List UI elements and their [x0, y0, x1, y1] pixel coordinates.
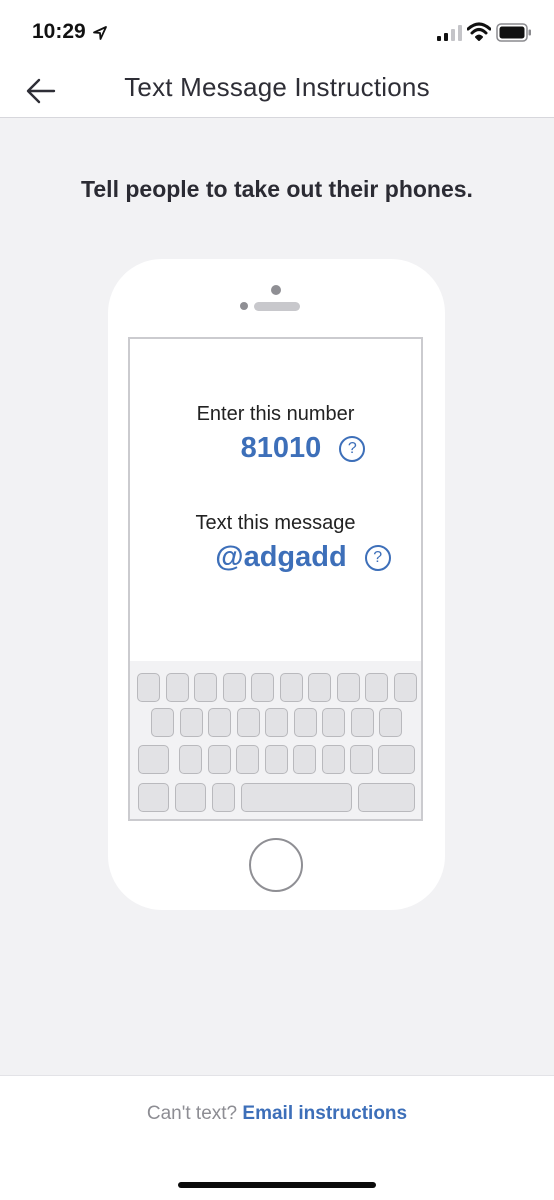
keyboard-key	[251, 673, 274, 702]
phone-speaker	[254, 302, 300, 311]
keyboard-key	[138, 783, 169, 812]
keyboard-key	[264, 745, 288, 774]
keyboard-key	[308, 673, 331, 702]
keyboard-key	[350, 708, 374, 737]
footer: Can't text? Email instructions	[0, 1075, 554, 1200]
message-value: @adgadd	[215, 541, 347, 573]
location-arrow-icon	[93, 26, 107, 40]
keyboard-key	[293, 708, 317, 737]
keyboard-key	[265, 708, 288, 737]
keyboard-key	[236, 745, 259, 774]
message-row: @adgadd ?	[130, 541, 421, 574]
keyboard-key	[279, 673, 303, 702]
keyboard-key	[175, 783, 206, 812]
keyboard-key	[179, 745, 202, 774]
nav-bar: Text Message Instructions	[0, 66, 554, 118]
keyboard-key	[208, 708, 231, 737]
keyboard-key	[350, 745, 373, 774]
email-instructions-link[interactable]: Email instructions	[242, 1103, 407, 1124]
keyboard-key	[293, 745, 316, 774]
keyboard-illustration	[130, 661, 421, 819]
keyboard-key	[365, 673, 388, 702]
keyboard-space-key	[241, 783, 352, 812]
battery-icon	[496, 23, 531, 42]
status-bar: 10:29	[0, 0, 554, 66]
message-help-icon[interactable]: ?	[364, 544, 391, 571]
number-value: 81010	[240, 432, 322, 464]
keyboard-key	[393, 673, 417, 702]
signal-icon	[437, 25, 462, 41]
keyboard-key	[207, 745, 231, 774]
keyboard-delete-key	[378, 745, 415, 774]
keyboard-key	[137, 673, 160, 702]
keyboard-key	[236, 708, 260, 737]
number-help-icon[interactable]: ?	[339, 435, 366, 462]
message-label: Text this message	[195, 512, 356, 534]
keyboard-key	[151, 708, 174, 737]
phone-camera	[271, 285, 281, 295]
keyboard-key	[322, 708, 345, 737]
home-indicator[interactable]	[178, 1182, 376, 1188]
phone-home-button	[249, 838, 303, 892]
status-time: 10:29	[32, 20, 86, 43]
keyboard-key	[165, 673, 189, 702]
number-label: Enter this number	[196, 403, 355, 425]
keyboard-key	[379, 708, 402, 737]
phone-screen: Enter this number 81010 ? Text this mess…	[128, 337, 423, 821]
number-row: 81010 ?	[130, 432, 421, 465]
phone-illustration: Enter this number 81010 ? Text this mess…	[108, 259, 445, 910]
cant-text-label: Can't text?	[146, 1103, 238, 1124]
keyboard-key	[212, 783, 235, 812]
keyboard-shift-key	[138, 745, 169, 774]
keyboard-key	[336, 673, 360, 702]
wifi-icon	[467, 22, 491, 41]
keyboard-return-key	[358, 783, 415, 812]
phone-sensor	[240, 302, 248, 310]
keyboard-key	[222, 673, 246, 702]
footer-text: Can't text? Email instructions	[0, 1103, 554, 1125]
keyboard-key	[179, 708, 203, 737]
page-title: Text Message Instructions	[124, 72, 430, 102]
instructions-heading: Tell people to take out their phones.	[81, 176, 473, 202]
keyboard-key	[321, 745, 345, 774]
keyboard-key	[194, 673, 217, 702]
